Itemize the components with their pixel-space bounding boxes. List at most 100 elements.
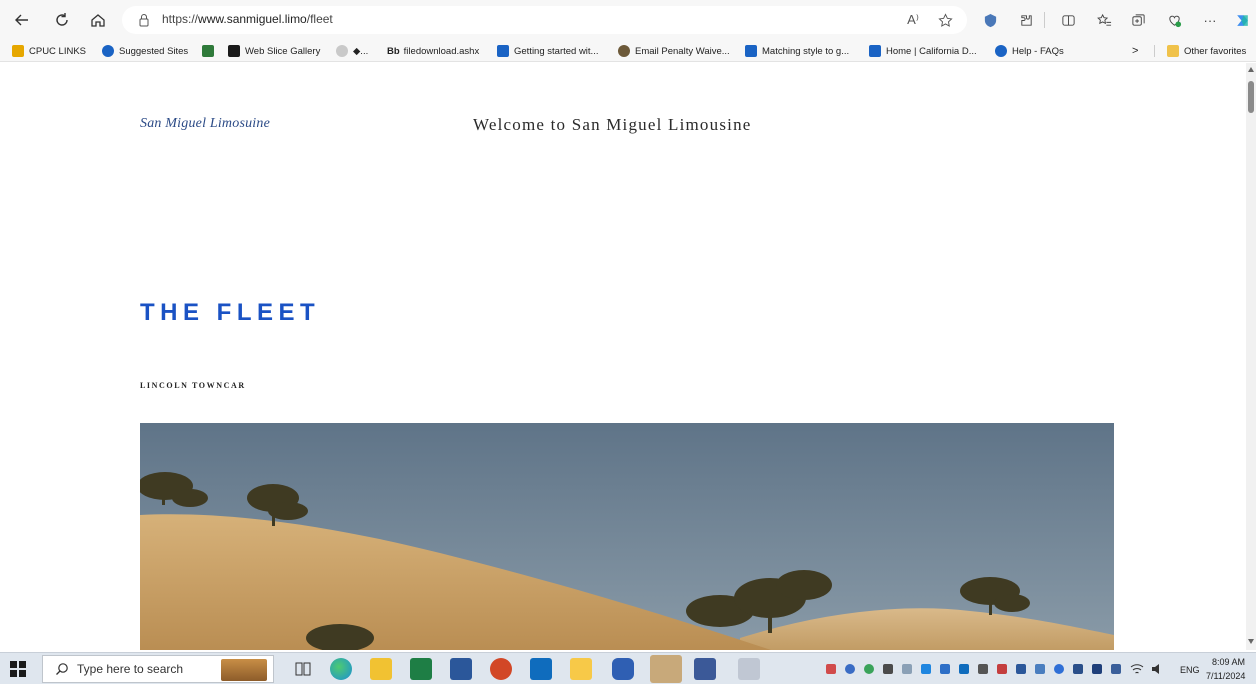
back-button[interactable] bbox=[10, 8, 34, 32]
search-icon bbox=[56, 663, 68, 675]
taskbar-search-input[interactable]: Type here to search bbox=[42, 655, 274, 683]
split-screen-icon[interactable] bbox=[1058, 10, 1078, 30]
other-favorites-folder[interactable]: Other favorites bbox=[1167, 43, 1246, 59]
tray-app-icon[interactable] bbox=[1073, 664, 1083, 674]
bookmark-getting-started[interactable]: Getting started wit... bbox=[497, 43, 598, 59]
teams-icon[interactable] bbox=[694, 658, 716, 680]
windows-start-icon[interactable] bbox=[10, 661, 26, 677]
car-section-title: LINCOLN TOWNCAR bbox=[140, 381, 246, 390]
excel-icon[interactable] bbox=[410, 658, 432, 680]
clock-time[interactable]: 8:09 AM bbox=[1212, 657, 1245, 667]
bookmark-matching-style[interactable]: Matching style to g... bbox=[745, 43, 849, 59]
back-arrow-icon bbox=[15, 14, 28, 26]
bookmark-web-slice-gallery[interactable]: Web Slice Gallery bbox=[228, 43, 320, 59]
tray-app-icon[interactable] bbox=[997, 664, 1007, 674]
tray-chrome-icon[interactable] bbox=[864, 664, 874, 674]
outlook-icon bbox=[745, 45, 757, 57]
bookmark-teams[interactable] bbox=[202, 43, 219, 59]
url-prefix: https:// bbox=[162, 12, 199, 26]
tray-app-icon[interactable] bbox=[826, 664, 836, 674]
bookmarks-bar: CPUC LINKS Suggested Sites Web Slice Gal… bbox=[0, 40, 1256, 62]
wifi-icon[interactable] bbox=[1130, 662, 1144, 676]
bookmark-label: Suggested Sites bbox=[119, 45, 189, 57]
url-text[interactable]: https://www.sanmiguel.limo/fleet bbox=[162, 12, 333, 26]
battery-icon[interactable] bbox=[1111, 664, 1121, 674]
site-welcome-title: Welcome to San Miguel Limousine bbox=[473, 115, 752, 134]
security-app-icon[interactable] bbox=[612, 658, 634, 680]
more-menu-icon[interactable]: ··· bbox=[1200, 10, 1220, 30]
tray-outlook-icon[interactable] bbox=[959, 664, 969, 674]
home-button[interactable] bbox=[86, 8, 110, 32]
tray-word-icon[interactable] bbox=[1016, 664, 1026, 674]
folder-icon bbox=[12, 45, 24, 57]
bookmark-label: Home | California D... bbox=[886, 45, 977, 57]
bookmark-cpuc-links[interactable]: CPUC LINKS bbox=[12, 43, 86, 59]
address-bar[interactable]: https://www.sanmiguel.limo/fleet A⁾ bbox=[122, 6, 967, 34]
sticky-notes-icon[interactable] bbox=[570, 658, 592, 680]
bookmark-label: Web Slice Gallery bbox=[245, 45, 321, 57]
photos-app-icon[interactable] bbox=[650, 655, 682, 683]
language-indicator[interactable]: ENG bbox=[1180, 665, 1200, 675]
site-icon bbox=[618, 45, 630, 57]
usb-icon[interactable] bbox=[1092, 664, 1102, 674]
home-icon bbox=[91, 14, 105, 27]
bookmark-label: Matching style to g... bbox=[762, 45, 850, 57]
scroll-down-arrow-icon[interactable] bbox=[1248, 639, 1254, 644]
extension-shield-icon[interactable] bbox=[980, 10, 1000, 30]
tray-shield-icon[interactable] bbox=[845, 664, 855, 674]
favorite-star-icon[interactable] bbox=[936, 11, 954, 29]
extensions-icon[interactable] bbox=[1016, 10, 1036, 30]
bookmark-label: CPUC LINKS bbox=[29, 45, 87, 57]
tray-app-icon[interactable] bbox=[978, 664, 988, 674]
url-host: www.sanmiguel.limo bbox=[198, 12, 307, 26]
page-scrollbar[interactable] bbox=[1246, 63, 1256, 650]
bookmark-home-california[interactable]: Home | California D... bbox=[869, 43, 977, 59]
refresh-button[interactable] bbox=[50, 8, 74, 32]
browser-essentials-icon[interactable] bbox=[1164, 10, 1184, 30]
search-highlight-image bbox=[221, 659, 267, 681]
bookmark-unnamed[interactable]: ◆... bbox=[336, 43, 368, 59]
read-aloud-icon[interactable]: A⁾ bbox=[904, 11, 922, 29]
bluetooth-icon[interactable] bbox=[1054, 664, 1064, 674]
tray-app-icon[interactable] bbox=[1035, 664, 1045, 674]
web-slice-icon bbox=[228, 45, 240, 57]
task-view-icon[interactable] bbox=[292, 658, 314, 680]
other-favorites-label: Other favorites bbox=[1184, 45, 1247, 57]
snipping-tool-icon[interactable] bbox=[738, 658, 760, 680]
tray-app-icon[interactable] bbox=[940, 664, 950, 674]
site-logo[interactable]: San Miguel Limosuine bbox=[140, 116, 270, 132]
collections-icon[interactable] bbox=[1128, 10, 1148, 30]
outlook-icon bbox=[497, 45, 509, 57]
search-icon bbox=[102, 45, 114, 57]
url-path: /fleet bbox=[306, 12, 333, 26]
bookmark-suggested-sites[interactable]: Suggested Sites bbox=[102, 43, 188, 59]
bookmark-filedownload[interactable]: Bb filedownload.ashx bbox=[387, 43, 479, 59]
volume-icon[interactable] bbox=[1150, 662, 1164, 676]
clock-date[interactable]: 7/11/2024 bbox=[1206, 671, 1245, 681]
landscape-illustration bbox=[140, 423, 1114, 650]
file-explorer-icon[interactable] bbox=[370, 658, 392, 680]
lock-icon bbox=[139, 14, 149, 27]
tray-app-icon[interactable] bbox=[883, 664, 893, 674]
app-icon bbox=[202, 45, 214, 57]
outlook-icon[interactable] bbox=[530, 658, 552, 680]
copilot-icon[interactable] bbox=[1232, 10, 1252, 30]
bookmarks-divider bbox=[1154, 45, 1155, 57]
tray-link-icon[interactable] bbox=[902, 664, 912, 674]
bookmark-email-penalty[interactable]: Email Penalty Waive... bbox=[618, 43, 730, 59]
browser-toolbar: https://www.sanmiguel.limo/fleet A⁾ ··· bbox=[0, 0, 1256, 40]
page-title: THE FLEET bbox=[140, 299, 321, 326]
bookmark-label: Email Penalty Waive... bbox=[635, 45, 730, 57]
blackboard-icon: Bb bbox=[387, 45, 400, 57]
word-icon[interactable] bbox=[450, 658, 472, 680]
powerpoint-icon[interactable] bbox=[490, 658, 512, 680]
edge-icon[interactable] bbox=[330, 658, 352, 680]
toolbar-divider bbox=[1044, 12, 1045, 28]
favorites-icon[interactable] bbox=[1094, 10, 1114, 30]
cloud-icon bbox=[995, 45, 1007, 57]
onedrive-icon[interactable] bbox=[921, 664, 931, 674]
bookmarks-overflow-button[interactable]: > bbox=[1132, 43, 1138, 59]
scroll-up-arrow-icon[interactable] bbox=[1248, 67, 1254, 72]
bookmark-help-faqs[interactable]: Help - FAQs bbox=[995, 43, 1064, 59]
scroll-thumb[interactable] bbox=[1248, 81, 1254, 113]
